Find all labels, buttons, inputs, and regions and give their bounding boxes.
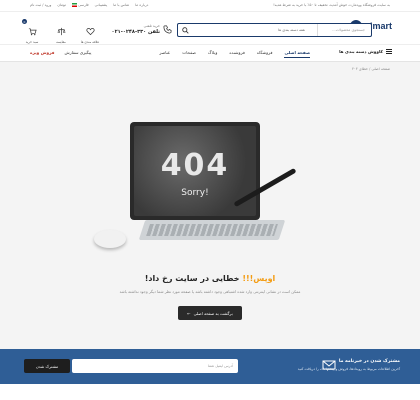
keyboard-image xyxy=(138,220,286,240)
cart-icon xyxy=(28,28,37,36)
iran-flag-icon xyxy=(71,3,77,7)
search-icon xyxy=(181,26,189,34)
newsletter-subscribe-button[interactable]: مشترک شدن xyxy=(24,359,70,373)
phone-icon xyxy=(163,25,172,34)
nav-secondary: فروش ویژه پیگیری سفارش xyxy=(30,50,91,55)
nav-item-elements[interactable]: عناصر xyxy=(159,50,170,58)
cart-button[interactable]: 0 سبد خرید xyxy=(22,19,42,44)
nav-item-shop[interactable]: فروشگاه xyxy=(257,50,273,58)
error-code-text: 404 xyxy=(160,148,230,183)
special-sale-link[interactable]: فروش ویژه xyxy=(30,50,54,55)
nav-item-blog[interactable]: وبلاگ xyxy=(208,50,217,58)
all-categories-label: کاووش دسته بندی ها xyxy=(339,49,383,54)
arrow-left-icon: ← xyxy=(187,310,191,316)
top-bar: به سایت فروشگاه وودمارت خوش آمدید، تخفیف… xyxy=(0,0,420,12)
heart-icon xyxy=(85,28,95,36)
language-select[interactable]: فارسی xyxy=(71,3,89,7)
nav-menu: صفحه اصلی فروشگاه فروشنده وبلاگ صفحات عن… xyxy=(159,50,310,58)
phone-number: تلفن ۳۳۰-۰۲۴۸-۰۲۱ xyxy=(111,29,160,35)
newsletter-heading: مشترک شدن در خبرنامه ما xyxy=(338,359,400,364)
phone-contact[interactable]: خرید تلفنی تلفن ۳۳۰-۰۲۴۸-۰۲۱ xyxy=(112,22,172,38)
error-description: ممکن است در نشانی اینترنتی وارد شده اشتب… xyxy=(119,289,301,294)
mouse-image xyxy=(94,230,126,248)
nav-item-home[interactable]: صفحه اصلی xyxy=(284,50,310,58)
compare-icon xyxy=(57,27,65,36)
error-illustration: 404 Sorry! xyxy=(90,110,330,260)
account-link[interactable]: ورود / ثبت نام xyxy=(30,3,51,7)
track-order-link[interactable]: پیگیری سفارش xyxy=(64,50,91,55)
search-bar: جستجوی محصولات... همه دسته بندی ها xyxy=(177,23,372,37)
phone-label: خرید تلفنی xyxy=(143,24,160,28)
topbar-link-about[interactable]: درباره ما xyxy=(135,3,148,7)
newsletter-subtext: آخرین اطلاعات مربوط به رویدادها، فروش و … xyxy=(297,367,400,371)
back-home-button[interactable]: برگشت به صفحه اصلی ← xyxy=(178,306,242,320)
compare-button[interactable]: مقایسه xyxy=(51,21,71,44)
announcement-text: به سایت فروشگاه وودمارت خوش آمدید، تخفیف… xyxy=(273,3,390,7)
back-home-label: برگشت به صفحه اصلی xyxy=(193,310,233,316)
nav-item-vendor[interactable]: فروشنده xyxy=(229,50,245,58)
site-header: W olmart جستجوی محصولات... همه دسته بندی… xyxy=(0,12,420,44)
breadcrumb: صفحه اصلی / خطای ۴۰۴ xyxy=(351,67,390,71)
sorry-text: Sorry! xyxy=(181,188,209,198)
search-category-select[interactable]: همه دسته بندی ها xyxy=(266,24,318,36)
error-title: اوپس!!! خطایی در سایت رخ داد! xyxy=(0,274,420,283)
search-button[interactable] xyxy=(178,24,192,36)
cart-count-badge: 0 xyxy=(22,19,27,24)
error-title-accent: اوپس!!! xyxy=(242,274,276,283)
all-categories-button[interactable]: کاووش دسته بندی ها xyxy=(339,49,392,54)
search-input[interactable]: جستجوی محصولات... xyxy=(332,24,365,36)
error-title-rest: خطایی در سایت رخ داد! xyxy=(144,274,243,283)
newsletter-email-input[interactable]: آدرس ایمیل شما xyxy=(72,359,238,373)
newsletter-section: مشترک شدن در خبرنامه ما آخرین اطلاعات مر… xyxy=(0,349,420,384)
topbar-link-contact[interactable]: تماس با ما xyxy=(113,3,129,7)
tablet-image: 404 Sorry! xyxy=(130,122,260,220)
header-icons: 0 سبد خرید مقایسه علاقه مندی ها xyxy=(22,19,100,44)
nav-item-pages[interactable]: صفحات xyxy=(182,50,196,58)
wishlist-button[interactable]: علاقه مندی ها xyxy=(80,21,100,44)
main-navigation: کاووش دسته بندی ها صفحه اصلی فروشگاه فرو… xyxy=(0,44,420,62)
menu-bars-icon xyxy=(386,49,392,54)
currency-select[interactable]: تومان xyxy=(57,3,66,7)
topbar-link-support[interactable]: پشتیبانی xyxy=(95,3,108,7)
footer xyxy=(0,384,420,400)
